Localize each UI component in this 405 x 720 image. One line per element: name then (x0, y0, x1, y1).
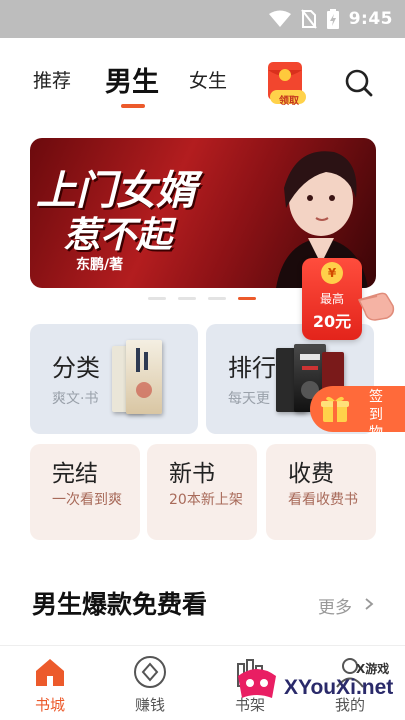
active-tab-indicator (121, 104, 145, 108)
status-icons: 9:45 (268, 8, 393, 30)
reward-amount: 20元 (312, 312, 352, 331)
section-title: 男生爆款免费看 (32, 590, 208, 619)
diamond-icon (134, 656, 166, 688)
tab-recommend[interactable]: 推荐 (33, 66, 71, 93)
tab-male[interactable]: 男生 (105, 60, 159, 99)
reward-label: 最高 (319, 292, 344, 306)
book-cover-image (126, 340, 162, 414)
pagination-dot[interactable] (148, 297, 166, 300)
pagination-dot[interactable] (208, 297, 226, 300)
pointing-hand-icon (357, 292, 395, 321)
ranking-card-subtitle: 每天更 (228, 391, 270, 407)
nav-bookstore[interactable]: 书城 (15, 654, 85, 715)
no-sim-icon (300, 9, 317, 29)
red-packet-button[interactable]: 领取 (264, 60, 308, 107)
quick-link-completed[interactable]: 完结 一次看到爽 (30, 444, 140, 540)
banner-title-line2: 惹不起 (64, 214, 173, 256)
category-card-subtitle: 爽文·书 (52, 391, 99, 407)
book-art-icon (136, 348, 152, 398)
gamepad-logo-icon (238, 669, 276, 698)
sign-in-label: 签到物 (369, 389, 383, 441)
banner-author: 东鹏/著 (76, 257, 124, 273)
nav-label: 赚钱 (134, 696, 165, 714)
category-card[interactable]: 分类 爽文·书 (30, 324, 198, 434)
chevron-right-icon[interactable] (362, 597, 376, 611)
site-watermark: X游戏 XYouXi.net (232, 650, 402, 714)
nav-label: 书城 (34, 696, 65, 714)
quick-link-title: 完结 (52, 461, 98, 487)
coin-icon: ¥ (321, 262, 343, 284)
status-time: 9:45 (348, 9, 393, 29)
house-icon (36, 659, 64, 686)
ranking-card-title: 排行 (228, 354, 276, 382)
quick-link-subtitle: 20本新上架 (169, 492, 243, 508)
tab-female[interactable]: 女生 (189, 66, 227, 93)
status-bar: 9:45 (0, 0, 405, 38)
pagination-dot-active[interactable] (238, 297, 256, 300)
battery-charging-icon (326, 9, 339, 29)
nav-earn[interactable]: 赚钱 (115, 654, 185, 715)
quick-link-title: 新书 (169, 461, 215, 487)
reward-badge[interactable]: ¥ 最高 20元 (302, 258, 362, 340)
banner-pagination (148, 297, 256, 300)
top-nav: 推荐 男生 女生 领取 (0, 38, 405, 124)
watermark-large-text: XYouXi.net (284, 676, 394, 699)
quick-link-subtitle: 一次看到爽 (52, 492, 122, 508)
quick-link-new-books[interactable]: 新书 20本新上架 (147, 444, 257, 540)
quick-link-title: 收费 (288, 461, 334, 487)
section-more-link[interactable]: 更多 (318, 593, 352, 618)
search-icon[interactable] (344, 68, 374, 98)
sign-in-button[interactable]: 签到物 (310, 386, 405, 441)
watermark-small-text: X游戏 (356, 662, 390, 676)
red-packet-label: 领取 (279, 96, 299, 107)
quick-link-paid[interactable]: 收费 看看收费书 (266, 444, 376, 540)
category-card-title: 分类 (52, 354, 100, 382)
quick-link-subtitle: 看看收费书 (288, 492, 358, 508)
gift-icon (321, 396, 349, 422)
pagination-dot[interactable] (178, 297, 196, 300)
wifi-icon (268, 10, 291, 27)
